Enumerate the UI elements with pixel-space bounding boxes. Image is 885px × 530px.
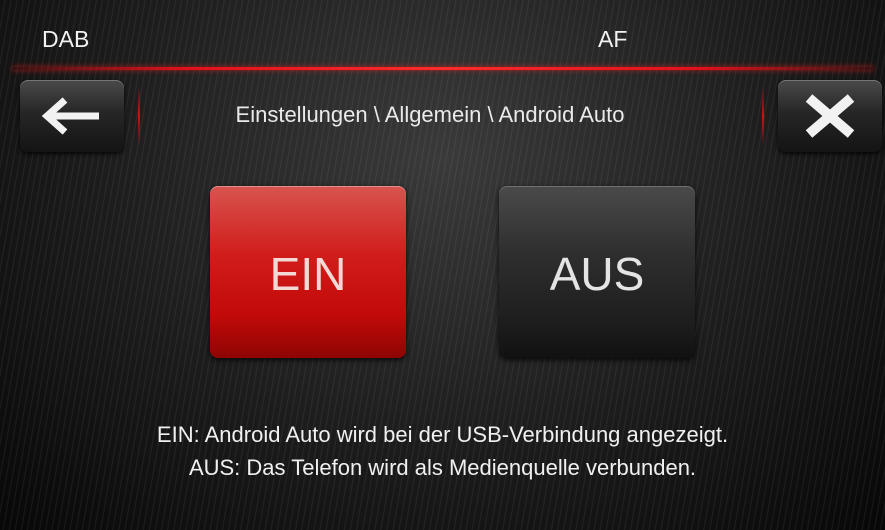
ein-button[interactable]: EIN [210,186,406,358]
status-bar: DAB AF [0,0,885,70]
nav-separator-right [762,86,764,146]
nav-bar: Einstellungen \ Allgemein \ Android Auto [0,78,885,156]
aus-button[interactable]: AUS [499,186,695,358]
aus-button-label: AUS [549,248,645,300]
status-af-label: AF [598,26,628,52]
close-x-icon [805,94,855,138]
arrow-left-icon [41,97,99,135]
screen: DAB AF Einstellungen \ Allgemein \ Andro… [0,0,885,530]
info-line-aus: AUS: Das Telefon wird als Medienquelle v… [188,455,697,480]
nav-separator-left [138,86,140,146]
info-line-ein: EIN: Android Auto wird bei der USB-Verbi… [156,422,729,447]
status-dab-label: DAB [42,26,90,52]
back-button[interactable] [20,80,124,152]
ein-button-label: EIN [269,248,347,300]
close-button[interactable] [778,80,882,152]
breadcrumb: Einstellungen \ Allgemein \ Android Auto [235,102,625,127]
info-text: EIN: Android Auto wird bei der USB-Verbi… [0,418,885,484]
status-divider-line [12,67,874,70]
